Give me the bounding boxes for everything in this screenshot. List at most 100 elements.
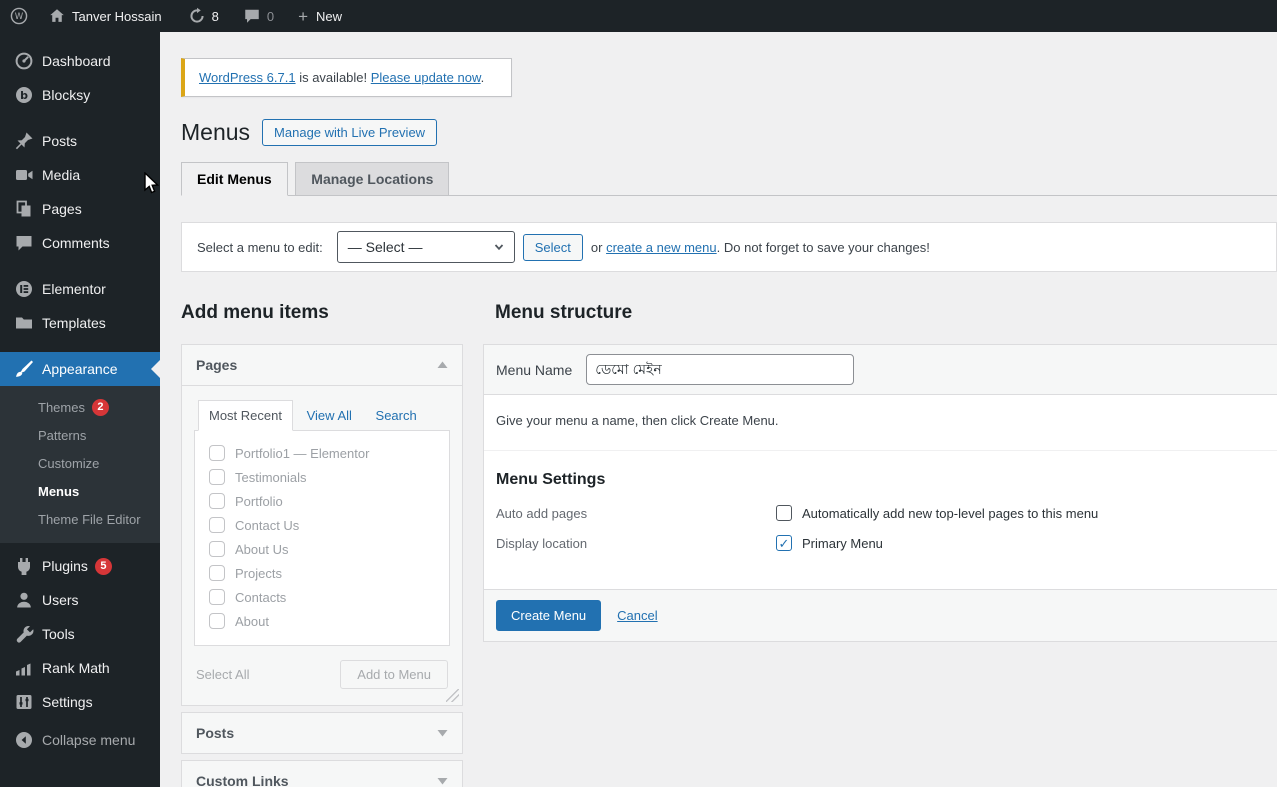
caret-up-icon	[437, 361, 448, 369]
select-all-link[interactable]: Select All	[196, 667, 249, 682]
create-new-menu-link[interactable]: create a new menu	[606, 240, 717, 255]
page-checkbox-item[interactable]: Portfolio1 — Elementor	[201, 441, 443, 465]
comment-count: 0	[267, 9, 274, 24]
menu-settings-section: Menu Settings Auto add pages Automatical…	[484, 450, 1277, 589]
pages-panel-header[interactable]: Pages	[182, 345, 462, 385]
sidebar-item-label: Tools	[42, 626, 75, 642]
tab-most-recent[interactable]: Most Recent	[198, 400, 293, 431]
update-count: 8	[212, 9, 219, 24]
themes-update-badge: 2	[92, 399, 109, 416]
select-menu-label: Select a menu to edit:	[197, 240, 323, 255]
menu-structure-heading: Menu structure	[495, 302, 1277, 324]
sidebar-item-posts[interactable]: Posts	[0, 124, 160, 158]
submenu-item-themes[interactable]: Themes 2	[0, 393, 160, 421]
media-icon	[14, 165, 34, 185]
comments-indicator[interactable]: 0	[233, 0, 284, 32]
sidebar-item-tools[interactable]: Tools	[0, 617, 160, 651]
page-checkbox-item[interactable]: About Us	[201, 537, 443, 561]
submenu-item-theme-file-editor[interactable]: Theme File Editor	[0, 505, 160, 533]
please-update-link[interactable]: Please update now	[371, 70, 481, 85]
sidebar-item-elementor[interactable]: Elementor	[0, 272, 160, 306]
page-checkbox-item[interactable]: Contacts	[201, 585, 443, 609]
pages-checklist: Portfolio1 — Elementor Testimonials Port…	[194, 430, 450, 646]
sidebar-item-collapse-menu[interactable]: Collapse menu	[0, 723, 160, 757]
sidebar-item-label: Dashboard	[42, 53, 111, 69]
page-title: Menus	[181, 119, 250, 146]
updates-indicator[interactable]: 8	[178, 0, 229, 32]
sidebar-item-label: Rank Math	[42, 660, 110, 676]
submenu-item-patterns[interactable]: Patterns	[0, 421, 160, 449]
wordpress-logo-icon[interactable]: W	[0, 0, 38, 32]
checkbox-unchecked[interactable]	[209, 541, 225, 557]
sidebar-item-settings[interactable]: Settings	[0, 685, 160, 719]
site-link[interactable]: Tanver Hossain	[38, 0, 172, 32]
checkbox-unchecked[interactable]	[209, 565, 225, 581]
update-icon	[188, 7, 206, 25]
add-to-menu-button[interactable]: Add to Menu	[340, 660, 448, 689]
submenu-item-menus[interactable]: Menus	[0, 477, 160, 505]
sidebar-item-media[interactable]: Media	[0, 158, 160, 192]
sidebar-item-pages[interactable]: Pages	[0, 192, 160, 226]
checkbox-unchecked[interactable]	[209, 445, 225, 461]
sidebar-item-label: Plugins	[42, 558, 88, 574]
tab-manage-locations[interactable]: Manage Locations	[295, 162, 449, 195]
custom-links-panel-header[interactable]: Custom Links	[182, 761, 462, 787]
sidebar-item-plugins[interactable]: Plugins 5	[0, 549, 160, 583]
new-content-button[interactable]: + New	[288, 0, 352, 32]
collapse-icon	[14, 730, 34, 750]
sidebar-item-templates[interactable]: Templates	[0, 306, 160, 340]
pages-filter-tabs: Most Recent View All Search	[198, 400, 450, 430]
auto-add-pages-field[interactable]: Automatically add new top-level pages to…	[776, 505, 1098, 521]
wrench-icon	[14, 624, 34, 644]
page-checkbox-item[interactable]: Testimonials	[201, 465, 443, 489]
checkbox-unchecked[interactable]	[209, 493, 225, 509]
posts-panel-header[interactable]: Posts	[182, 713, 462, 753]
display-location-field[interactable]: ✓ Primary Menu	[776, 535, 883, 551]
menu-name-input[interactable]	[586, 354, 854, 385]
resize-handle[interactable]	[446, 689, 459, 702]
user-icon	[14, 590, 34, 610]
checkbox-unchecked[interactable]	[209, 517, 225, 533]
sidebar-item-dashboard[interactable]: Dashboard	[0, 44, 160, 78]
tab-view-all[interactable]: View All	[297, 401, 362, 430]
new-label: New	[316, 9, 342, 24]
page-checkbox-item[interactable]: Contact Us	[201, 513, 443, 537]
menu-structure-column: Menu structure Menu Name Give your menu …	[483, 302, 1277, 642]
cancel-link[interactable]: Cancel	[617, 608, 657, 623]
sidebar-item-label: Elementor	[42, 281, 106, 297]
sidebar-item-comments[interactable]: Comments	[0, 226, 160, 260]
tab-search[interactable]: Search	[366, 401, 427, 430]
submenu-item-customize[interactable]: Customize	[0, 449, 160, 477]
page-checkbox-item[interactable]: Portfolio	[201, 489, 443, 513]
checkbox-unchecked[interactable]	[209, 469, 225, 485]
checkbox-unchecked[interactable]	[776, 505, 792, 521]
sidebar-item-rank-math[interactable]: Rank Math	[0, 651, 160, 685]
create-menu-button[interactable]: Create Menu	[496, 600, 601, 631]
custom-links-panel: Custom Links	[181, 760, 463, 787]
wordpress-version-link[interactable]: WordPress 6.7.1	[199, 70, 296, 85]
caret-down-icon	[437, 729, 448, 737]
sidebar-item-appearance[interactable]: Appearance	[0, 352, 160, 386]
checkmark-icon: ✓	[779, 537, 790, 550]
sidebar-item-blocksy[interactable]: b Blocksy	[0, 78, 160, 112]
elementor-icon	[14, 279, 34, 299]
tab-edit-menus[interactable]: Edit Menus	[181, 162, 288, 196]
sidebar-item-label: Settings	[42, 694, 93, 710]
dashboard-icon	[14, 51, 34, 71]
checkbox-unchecked[interactable]	[209, 589, 225, 605]
page-checkbox-item[interactable]: About	[201, 609, 443, 633]
checkbox-unchecked[interactable]	[209, 613, 225, 629]
select-button[interactable]: Select	[523, 234, 583, 261]
svg-text:W: W	[15, 12, 24, 22]
manage-live-preview-button[interactable]: Manage with Live Preview	[262, 119, 437, 146]
menu-name-hint: Give your menu a name, then click Create…	[484, 395, 1277, 450]
site-name: Tanver Hossain	[72, 9, 162, 24]
sidebar-item-users[interactable]: Users	[0, 583, 160, 617]
sidebar-item-label: Posts	[42, 133, 77, 149]
menu-select-bar: Select a menu to edit: — Select — Select…	[181, 222, 1277, 272]
checkbox-checked[interactable]: ✓	[776, 535, 792, 551]
menu-select-dropdown[interactable]: — Select —	[337, 231, 515, 263]
current-menu-notch	[151, 360, 160, 378]
page-checkbox-item[interactable]: Projects	[201, 561, 443, 585]
comments-icon	[14, 233, 34, 253]
